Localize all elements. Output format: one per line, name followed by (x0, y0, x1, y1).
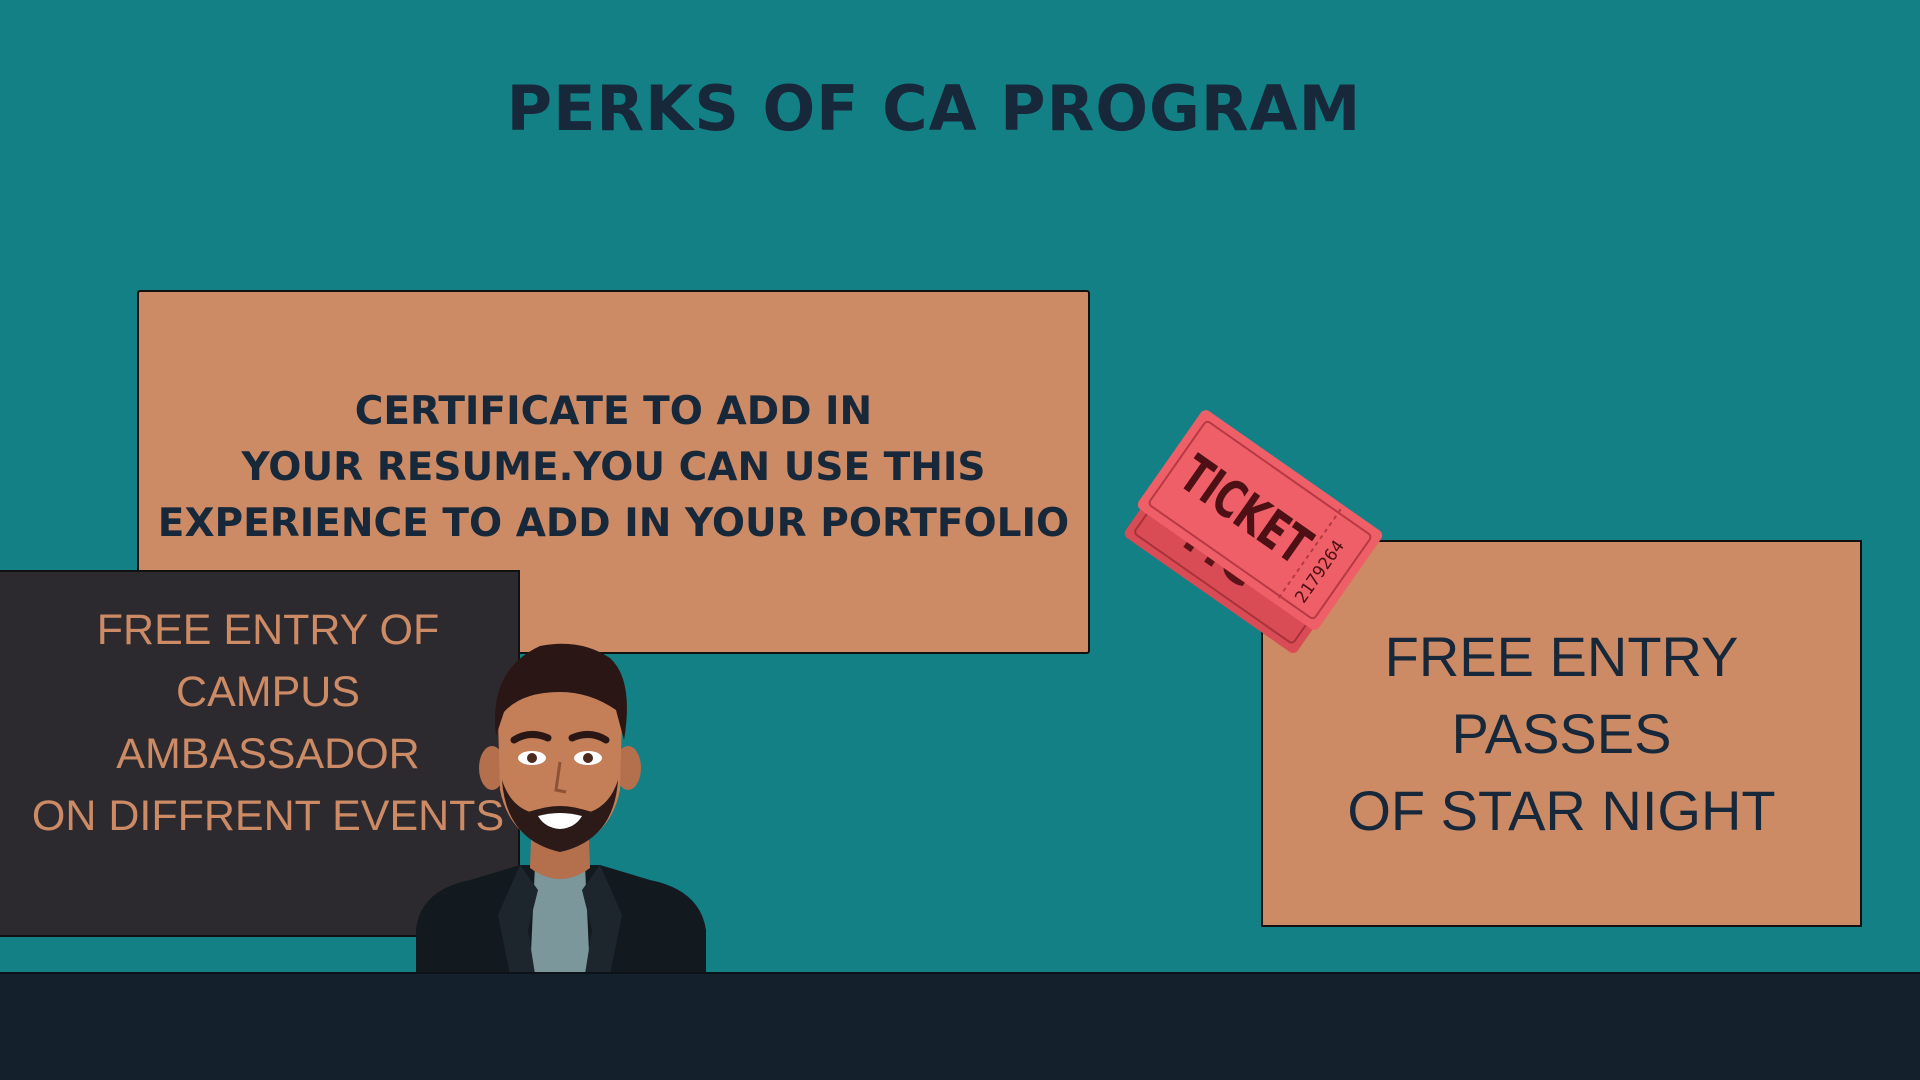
bearded-man-avatar (416, 643, 706, 974)
certificate-line-1: CERTIFICATE TO ADD IN (354, 389, 873, 434)
ticket-icon: TIC TICKET 2179264 (1124, 410, 1383, 653)
avatar-shirt (530, 865, 590, 974)
certificate-perk-text: CERTIFICATE TO ADD IN YOUR RESUME.YOU CA… (158, 384, 1069, 552)
star-night-line-1: FREE ENTRY (1384, 625, 1739, 688)
star-night-line-3: OF STAR NIGHT (1347, 779, 1776, 842)
floor-bar (0, 972, 1920, 1080)
star-night-perk-text: FREE ENTRY PASSES OF STAR NIGHT (1347, 618, 1775, 849)
certificate-line-2: YOUR RESUME.YOU CAN USE THIS (241, 445, 986, 490)
star-night-line-2: PASSES (1451, 702, 1672, 765)
page-title: PERKS OF CA PROGRAM (506, 72, 1362, 145)
certificate-line-3: EXPERIENCE TO ADD IN YOUR PORTFOLIO (157, 501, 1070, 546)
